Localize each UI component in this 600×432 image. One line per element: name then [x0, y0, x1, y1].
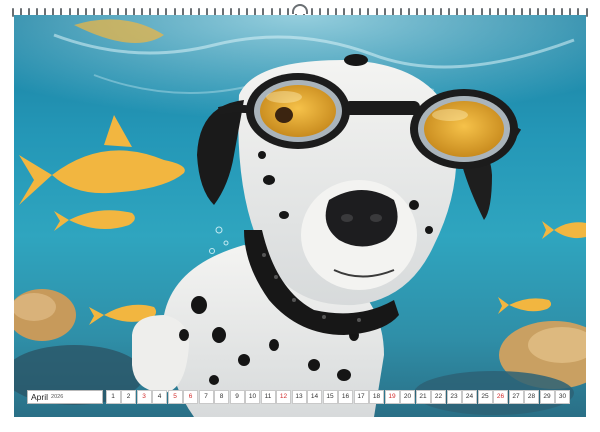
- day-cell: 29: [539, 390, 555, 404]
- day-cell: 19: [384, 390, 400, 404]
- day-cell: 10: [245, 390, 260, 404]
- day-cell: 24: [462, 390, 477, 404]
- day-cell: 8: [214, 390, 229, 404]
- day-cell: 18: [369, 390, 384, 404]
- day-cell: 30: [555, 390, 570, 404]
- goggle-bridge: [344, 101, 420, 115]
- day-cell: 20: [400, 390, 415, 404]
- day-cell: 1: [105, 390, 121, 404]
- day-cells: 1 2 3 4 5 6 7 8 9 10 11 12 13 14 15 16 17 18 19 20 21 22 23 24 2…: [105, 390, 570, 404]
- day-cell: 14: [307, 390, 322, 404]
- day-cell: 15: [322, 390, 338, 404]
- day-cell: 17: [353, 390, 369, 404]
- calendar-photo: [14, 15, 586, 417]
- underwater-dog-illustration: [14, 15, 586, 417]
- fish-small-left: [54, 210, 135, 231]
- fish-right-lower: [498, 297, 552, 314]
- day-cell: 25: [477, 390, 493, 404]
- month-year: 2026: [51, 394, 64, 400]
- day-cell: 7: [198, 390, 214, 404]
- day-cell: 28: [524, 390, 539, 404]
- day-cell: 27: [508, 390, 524, 404]
- day-cell: 13: [291, 390, 307, 404]
- day-cell: 12: [276, 390, 291, 404]
- hanger-hook-icon: [292, 4, 308, 14]
- day-cell: 23: [446, 390, 462, 404]
- day-cell: 16: [338, 390, 353, 404]
- day-cell: 21: [415, 390, 431, 404]
- day-cell: 4: [152, 390, 167, 404]
- day-cell: 22: [431, 390, 446, 404]
- day-cell: 2: [121, 390, 136, 404]
- day-cell: 9: [229, 390, 245, 404]
- calendar-date-strip: April 2026 1 2 3 4 5 6 7 8 9 10 11 12 13 14 15 16 17 18 19…: [27, 390, 570, 404]
- day-cell: 3: [136, 390, 152, 404]
- day-cell: 11: [260, 390, 276, 404]
- day-cell: 26: [493, 390, 508, 404]
- day-cell: 5: [167, 390, 183, 404]
- goggle-lens-right: [424, 101, 504, 157]
- day-cell: 6: [183, 390, 198, 404]
- month-label-box: April 2026: [27, 390, 103, 404]
- month-name: April: [31, 392, 49, 402]
- fish-right: [542, 221, 586, 239]
